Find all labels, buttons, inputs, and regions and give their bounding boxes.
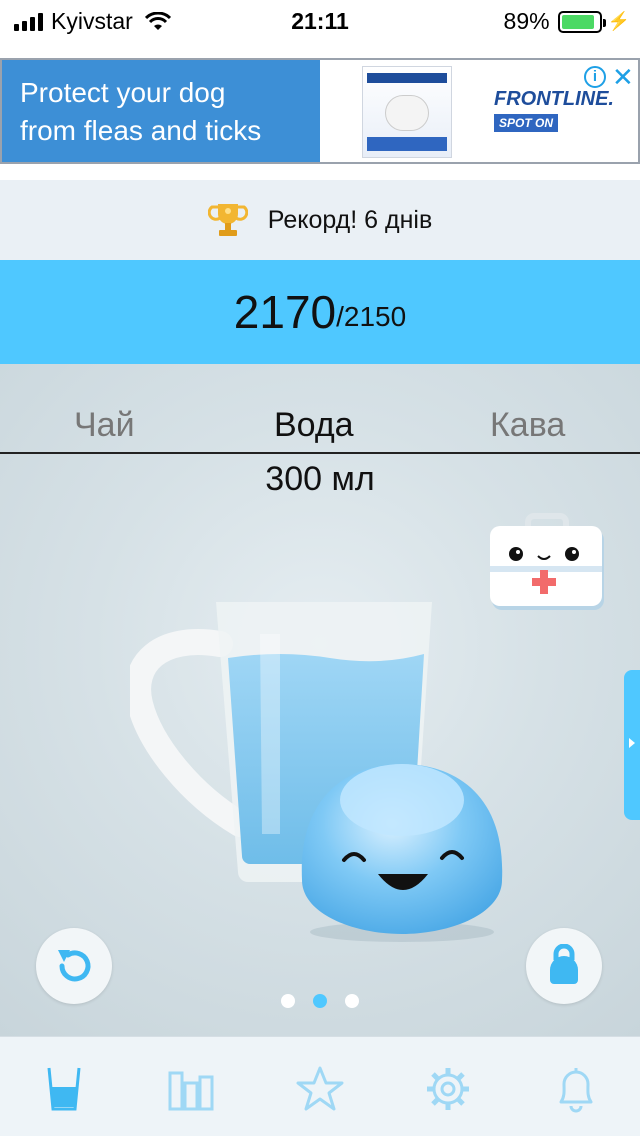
- ad-headline[interactable]: Protect your dog from fleas and ticks: [2, 60, 320, 162]
- page-dot[interactable]: [313, 994, 327, 1008]
- tabs-divider: [0, 452, 640, 454]
- info-icon[interactable]: i: [584, 66, 606, 88]
- drink-panel: Чай Вода Кава 300 мл: [0, 364, 640, 1036]
- glass-icon: [47, 1067, 81, 1111]
- gear-icon: [427, 1068, 469, 1110]
- side-panel-tab[interactable]: [624, 670, 640, 820]
- bottom-nav: [0, 1036, 640, 1136]
- chevron-right-icon: [629, 738, 635, 748]
- daily-progress: 2170 /2150: [0, 260, 640, 364]
- ad-product-image[interactable]: [362, 66, 452, 158]
- drink-amount[interactable]: 300 мл: [0, 460, 640, 499]
- charging-icon: ⚡: [607, 11, 630, 31]
- water-mug-illustration[interactable]: [130, 594, 530, 954]
- page-dot[interactable]: [281, 994, 295, 1008]
- ad-badge: SPOT ON: [494, 114, 559, 132]
- trophy-icon: [207, 204, 248, 236]
- weight-button[interactable]: [526, 928, 602, 1004]
- tab-tea[interactable]: Чай: [74, 406, 135, 445]
- page-indicator: [0, 994, 640, 1008]
- kettlebell-icon: [550, 944, 578, 984]
- nav-glass[interactable]: [36, 1063, 92, 1115]
- status-bar: Kyivstar 21:11 89% ⚡: [0, 0, 640, 40]
- ad-brand: FRONTLINE.: [494, 88, 614, 110]
- drink-tabs: Чай Вода Кава: [0, 364, 640, 454]
- nav-reminders[interactable]: [548, 1063, 604, 1115]
- nav-favorites[interactable]: [292, 1063, 348, 1115]
- undo-icon: [58, 950, 91, 982]
- battery-icon: [557, 10, 606, 33]
- progress-current: 2170: [233, 286, 337, 338]
- ad-banner[interactable]: Protect your dog from fleas and ticks FR…: [0, 58, 640, 164]
- ad-headline-line-2: from fleas and ticks: [20, 115, 262, 146]
- tab-coffee[interactable]: Кава: [490, 406, 565, 445]
- close-icon[interactable]: ✕: [612, 62, 634, 93]
- nav-statistics[interactable]: [164, 1063, 220, 1115]
- battery-percent: 89%: [503, 8, 550, 34]
- nav-settings[interactable]: [420, 1063, 476, 1115]
- undo-button[interactable]: [36, 928, 112, 1004]
- bell-icon: [559, 1068, 593, 1113]
- ad-headline-line-1: Protect your dog: [20, 77, 226, 108]
- record-text: Рекорд! 6 днів: [267, 205, 433, 234]
- record-banner: Рекорд! 6 днів: [0, 180, 640, 260]
- tab-water[interactable]: Вода: [274, 406, 354, 445]
- page-dot[interactable]: [345, 994, 359, 1008]
- star-icon: [296, 1066, 344, 1111]
- progress-goal: /2150: [336, 301, 407, 332]
- bar-chart-icon: [168, 1071, 214, 1111]
